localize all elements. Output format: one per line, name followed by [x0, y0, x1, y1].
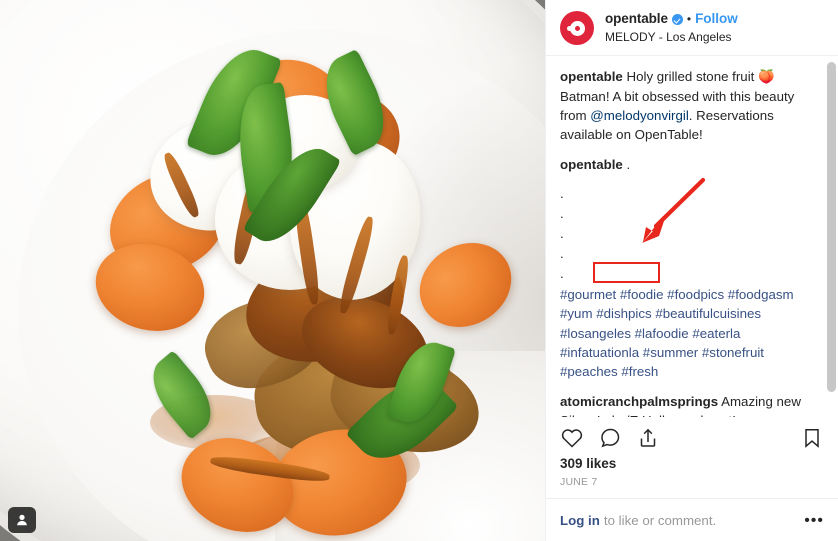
- grilled-stone-fruit-dessert-photo: [0, 0, 545, 541]
- heart-icon[interactable]: [560, 426, 584, 450]
- header-text: opentable • Follow MELODY - Los Angeles: [605, 11, 738, 45]
- location-label[interactable]: MELODY - Los Angeles: [605, 30, 738, 45]
- opentable-logo-dot: [567, 25, 572, 31]
- share-arrow-icon[interactable]: [636, 426, 660, 450]
- dot-line: .: [560, 206, 564, 222]
- likes-count[interactable]: 309 likes: [546, 450, 838, 471]
- post-sidebar: opentable • Follow MELODY - Los Angeles …: [545, 0, 838, 541]
- verified-badge-icon: [671, 14, 683, 25]
- hashtag-line[interactable]: #yum #dishpics #beautifulcuisines: [560, 306, 761, 321]
- comment-bubble-icon[interactable]: [598, 426, 622, 450]
- hashtag-line[interactable]: #gourmet #foodie #foodpics #foodgasm: [560, 287, 794, 302]
- primary-actions: [560, 426, 660, 450]
- comment-item: atomicranchpalmsprings Amazing new Silve…: [560, 393, 824, 417]
- secondary-actions: [800, 426, 824, 450]
- comments-scroll-region[interactable]: opentable Holy grilled stone fruit 🍑 Bat…: [546, 56, 838, 417]
- hashtag-block: #gourmet #foodie #foodpics #foodgasm #yu…: [560, 285, 824, 382]
- peach-emoji: 🍑: [758, 70, 775, 85]
- second-caption-author[interactable]: opentable: [560, 157, 623, 172]
- opentable-logo-core: [574, 25, 580, 31]
- post-date: JUNE 7: [560, 476, 598, 488]
- separator-dot: •: [686, 12, 692, 26]
- login-prompt-bar: Log in to like or comment. •••: [546, 498, 838, 541]
- tagged-people-icon[interactable]: [8, 507, 36, 533]
- header-line: opentable • Follow: [605, 11, 738, 28]
- login-link[interactable]: Log in: [560, 513, 600, 528]
- hashtag-line[interactable]: #infatuationla #summer #stonefruit: [560, 345, 764, 360]
- post-media[interactable]: [0, 0, 545, 541]
- dot-line: .: [560, 246, 564, 261]
- instagram-post: opentable • Follow MELODY - Los Angeles …: [0, 0, 838, 541]
- more-options-icon[interactable]: •••: [804, 512, 824, 528]
- caption-author[interactable]: opentable: [560, 69, 623, 84]
- hashtag-line[interactable]: #losangeles #lafoodie #eaterla: [560, 326, 740, 341]
- second-caption: opentable .: [560, 156, 824, 175]
- post-header: opentable • Follow MELODY - Los Angeles: [546, 0, 838, 56]
- hashtag-line[interactable]: #peaches #fresh: [560, 364, 658, 379]
- login-prompt-text: to like or comment.: [603, 513, 717, 528]
- post-caption: opentable Holy grilled stone fruit 🍑 Bat…: [560, 68, 824, 145]
- caption-mention[interactable]: @melodyonvirgil: [590, 108, 689, 123]
- dot-line: .: [560, 226, 564, 242]
- comments-scrollbar[interactable]: [827, 56, 836, 417]
- follow-button[interactable]: Follow: [695, 11, 738, 28]
- dot-line: .: [560, 265, 564, 281]
- avatar[interactable]: [560, 11, 594, 45]
- caption-text-1: Holy grilled stone fruit: [622, 69, 759, 84]
- post-actions: [546, 417, 838, 450]
- account-username[interactable]: opentable: [605, 11, 668, 28]
- comment-author[interactable]: atomicranchpalmsprings: [560, 394, 718, 409]
- bookmark-icon[interactable]: [800, 426, 824, 450]
- second-caption-text: .: [622, 156, 631, 172]
- dot-line: .: [560, 186, 564, 202]
- comments-scrollbar-thumb[interactable]: [827, 62, 836, 392]
